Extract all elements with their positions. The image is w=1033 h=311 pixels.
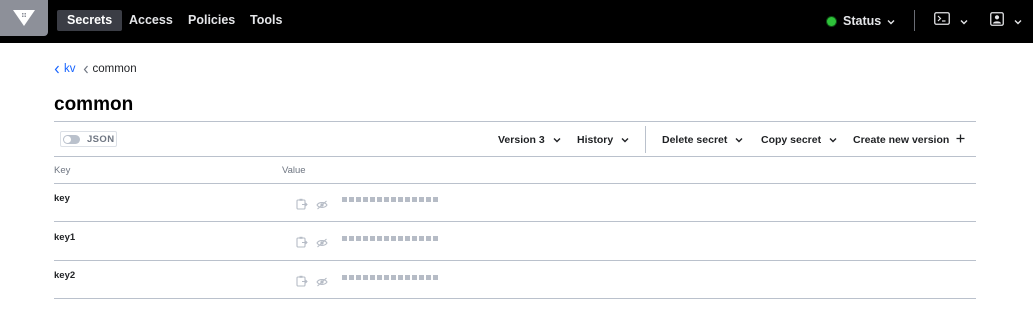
chevron-down-icon bbox=[735, 134, 743, 146]
nav-secrets[interactable]: Secrets bbox=[57, 10, 123, 31]
user-menu-button[interactable] bbox=[990, 11, 1022, 31]
column-header-value: Value bbox=[282, 165, 306, 176]
nav-access[interactable]: Access bbox=[119, 10, 183, 31]
nav-policies[interactable]: Policies bbox=[178, 10, 245, 31]
row-key: key bbox=[54, 193, 70, 204]
table-divider bbox=[54, 183, 976, 184]
breadcrumb: kv common bbox=[54, 62, 137, 76]
masked-value bbox=[342, 197, 438, 202]
copy-icon[interactable] bbox=[296, 235, 308, 253]
row-key: key1 bbox=[54, 232, 76, 243]
create-new-version-button[interactable]: Create new version bbox=[853, 133, 965, 147]
json-toggle[interactable]: JSON bbox=[60, 131, 118, 147]
nav-divider bbox=[914, 10, 915, 31]
masked-value bbox=[342, 275, 438, 280]
copy-icon[interactable] bbox=[296, 274, 308, 292]
delete-secret-dropdown[interactable]: Delete secret bbox=[662, 133, 743, 147]
table-row-divider bbox=[54, 260, 976, 261]
chevron-down-icon bbox=[960, 12, 968, 30]
chevron-down-icon bbox=[553, 134, 561, 146]
delete-secret-label: Delete secret bbox=[662, 134, 728, 146]
row-key: key2 bbox=[54, 270, 76, 281]
user-icon bbox=[990, 11, 1004, 31]
copy-icon[interactable] bbox=[296, 197, 308, 215]
status-menu[interactable]: Status bbox=[827, 12, 895, 30]
eye-off-icon[interactable] bbox=[316, 274, 328, 292]
chevron-down-icon bbox=[1014, 12, 1022, 30]
version-dropdown[interactable]: Version 3 bbox=[498, 133, 561, 147]
masked-value bbox=[342, 236, 438, 241]
chevron-left-icon bbox=[83, 65, 89, 74]
copy-secret-label: Copy secret bbox=[761, 134, 822, 146]
status-indicator-icon bbox=[827, 16, 836, 26]
plus-icon bbox=[956, 134, 965, 146]
create-new-version-label: Create new version bbox=[853, 134, 950, 146]
console-menu-button[interactable] bbox=[934, 12, 968, 30]
breadcrumb-current: common bbox=[92, 63, 137, 75]
secret-toolbar: JSON Version 3 History Delete secret Cop… bbox=[54, 121, 976, 157]
json-toggle-label: JSON bbox=[87, 133, 115, 145]
chevron-down-icon bbox=[621, 134, 629, 146]
history-label: History bbox=[577, 134, 614, 146]
column-header-key: Key bbox=[54, 165, 71, 176]
version-label: Version 3 bbox=[498, 134, 545, 146]
chevron-left-icon bbox=[54, 65, 60, 74]
top-nav: Secrets Access Policies Tools Status bbox=[0, 0, 1033, 43]
table-row-divider bbox=[54, 298, 976, 299]
eye-off-icon[interactable] bbox=[316, 197, 328, 215]
vault-logo-icon[interactable] bbox=[0, 0, 48, 36]
toolbar-divider bbox=[645, 126, 646, 153]
eye-off-icon[interactable] bbox=[316, 235, 328, 253]
status-label: Status bbox=[843, 14, 882, 28]
page-title: common bbox=[54, 94, 134, 115]
terminal-icon bbox=[934, 12, 950, 30]
chevron-down-icon bbox=[887, 14, 895, 28]
breadcrumb-link-kv[interactable]: kv bbox=[64, 63, 76, 75]
copy-secret-dropdown[interactable]: Copy secret bbox=[761, 133, 837, 147]
toggle-switch-icon bbox=[63, 134, 80, 144]
history-dropdown[interactable]: History bbox=[577, 133, 629, 147]
table-row-divider bbox=[54, 221, 976, 222]
chevron-down-icon bbox=[829, 134, 837, 146]
nav-tools[interactable]: Tools bbox=[240, 10, 292, 31]
